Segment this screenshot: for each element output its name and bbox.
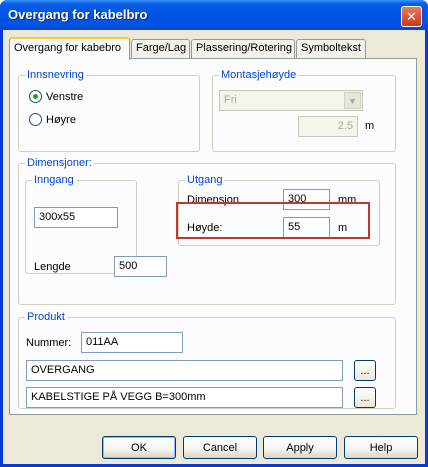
window-title: Overgang for kabelbro — [8, 7, 148, 22]
close-button[interactable]: ✕ — [401, 6, 422, 27]
dimensjoner-legend: Dimensjoner: — [25, 157, 94, 169]
radio-hoyre-label: Høyre — [46, 113, 76, 126]
lengde-input[interactable]: 500 — [114, 256, 167, 277]
produkt-line1-field[interactable]: OVERGANG — [26, 360, 343, 381]
apply-button[interactable]: Apply — [263, 436, 337, 459]
tab-farge-lag[interactable]: Farge/Lag — [131, 39, 190, 58]
help-button[interactable]: Help — [344, 436, 418, 459]
radio-venstre[interactable]: Venstre — [29, 90, 83, 103]
highlight-annotation-box — [176, 202, 370, 239]
radio-venstre-label: Venstre — [46, 90, 84, 103]
chevron-down-icon: ▼ — [344, 92, 361, 109]
radio-hoyre[interactable]: Høyre — [29, 113, 76, 126]
montasjehoyde-unit: m — [365, 120, 375, 132]
inngang-input[interactable]: 300x55 — [34, 207, 118, 228]
radio-checked-icon — [29, 90, 42, 103]
montasjehoyde-select[interactable]: Fri ▼ — [219, 90, 363, 111]
montasjehoyde-legend: Montasjehøyde — [219, 69, 299, 81]
produkt-legend: Produkt — [25, 311, 67, 323]
browse-line1-button[interactable]: ... — [354, 360, 376, 381]
ok-button[interactable]: OK — [102, 436, 176, 459]
tab-overgang[interactable]: Overgang for kabebro — [9, 37, 130, 60]
browse-line2-button[interactable]: ... — [354, 387, 376, 408]
title-bar[interactable]: Overgang for kabelbro ✕ — [0, 0, 428, 30]
produkt-group: Produkt Nummer: 011AA OVERGANG ... KABEL… — [18, 311, 396, 409]
lengde-label: Lengde — [34, 261, 71, 273]
montasjehoyde-input[interactable]: 2.5 — [298, 116, 358, 137]
inngang-legend: Inngang — [32, 174, 76, 186]
nummer-label: Nummer: — [26, 337, 72, 349]
tab-symboltekst[interactable]: Symboltekst — [296, 39, 366, 58]
close-icon: ✕ — [406, 8, 417, 24]
montasjehoyde-group: Montasjehøyde Fri ▼ 2.5 m — [212, 69, 396, 152]
innsnevring-group: Innsnevring Venstre Høyre — [18, 69, 200, 152]
produkt-line2-field[interactable]: KABELSTIGE PÅ VEGG B=300mm — [26, 387, 343, 408]
montasjehoyde-select-value: Fri — [224, 94, 237, 106]
radio-unchecked-icon — [29, 113, 42, 126]
cancel-button[interactable]: Cancel — [183, 436, 257, 459]
innsnevring-legend: Innsnevring — [25, 69, 86, 81]
nummer-input[interactable]: 011AA — [81, 332, 183, 353]
dialog-window: Overgang for kabelbro ✕ Overgang for kab… — [0, 0, 428, 467]
dialog-client-area: Overgang for kabebro Farge/Lag Plasserin… — [3, 30, 425, 464]
utgang-legend: Utgang — [185, 174, 225, 186]
tab-plassering-rotering[interactable]: Plassering/Rotering — [191, 39, 295, 58]
